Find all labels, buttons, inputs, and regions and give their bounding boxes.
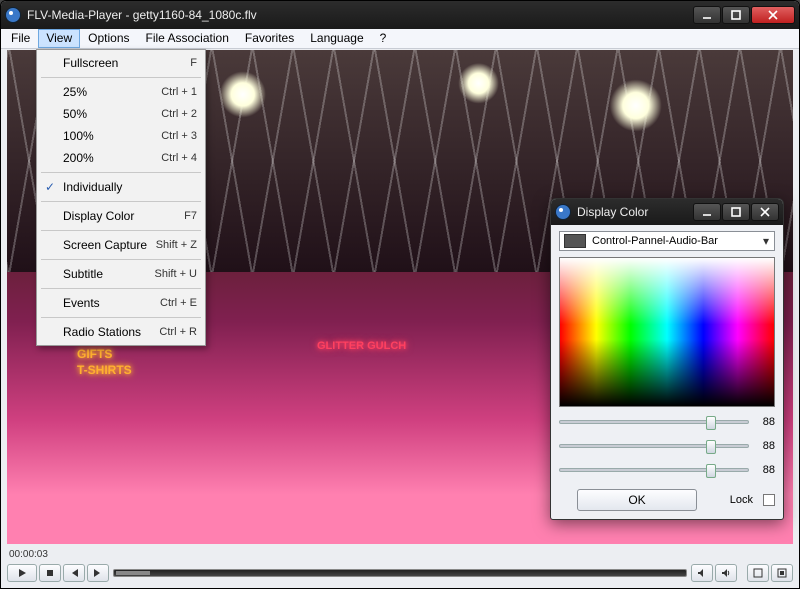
view-menu-item-50-[interactable]: 50% Ctrl + 2 (39, 103, 203, 125)
menubar: FileViewOptionsFile AssociationFavorites… (1, 29, 799, 49)
menu-item-shortcut: Ctrl + 4 (161, 152, 197, 164)
dialog-maximize-button[interactable] (722, 203, 750, 221)
view-menu-item-fullscreen[interactable]: Fullscreen F (39, 52, 203, 74)
view-menu-item-events[interactable]: Events Ctrl + E (39, 292, 203, 314)
menu-view[interactable]: View (38, 29, 80, 48)
color-slider-2: 88 (559, 461, 775, 479)
view-menu-item-radio-stations[interactable]: Radio Stations Ctrl + R (39, 321, 203, 343)
color-slider-1: 88 (559, 437, 775, 455)
view-menu-item-200-[interactable]: 200% Ctrl + 4 (39, 147, 203, 169)
menu-separator (41, 77, 201, 78)
menu-separator (41, 230, 201, 231)
menu-item-label: Individually (63, 180, 122, 194)
volume-button[interactable] (715, 564, 737, 582)
menu-language[interactable]: Language (302, 29, 371, 48)
mute-button[interactable] (691, 564, 713, 582)
window-title: FLV-Media-Player - getty1160-84_1080c.fl… (27, 8, 693, 22)
menu-item-shortcut: Ctrl + 2 (161, 108, 197, 120)
menu-item-label: 100% (63, 129, 94, 143)
minimize-button[interactable] (693, 6, 721, 24)
menu-separator (41, 259, 201, 260)
menu-item-shortcut: Shift + Z (156, 239, 197, 251)
slider-thumb[interactable] (706, 440, 716, 454)
color-slider-0: 88 (559, 413, 775, 431)
dialog-minimize-button[interactable] (693, 203, 721, 221)
next-button[interactable] (87, 564, 109, 582)
menu-item-shortcut: F7 (184, 210, 197, 222)
menu-separator (41, 172, 201, 173)
slider-track[interactable] (559, 444, 749, 448)
menu-item-shortcut: Ctrl + R (159, 326, 197, 338)
color-spectrum[interactable] (559, 257, 775, 407)
play-button[interactable] (7, 564, 37, 582)
menu-item-label: 25% (63, 85, 87, 99)
menu-item-label: Radio Stations (63, 325, 141, 339)
slider-track[interactable] (559, 468, 749, 472)
playlist-button[interactable] (747, 564, 769, 582)
view-menu-item-100-[interactable]: 100% Ctrl + 3 (39, 125, 203, 147)
slider-thumb[interactable] (706, 416, 716, 430)
combo-swatch (564, 234, 586, 248)
main-titlebar[interactable]: FLV-Media-Player - getty1160-84_1080c.fl… (1, 1, 799, 29)
menu-options[interactable]: Options (80, 29, 137, 48)
view-menu-item-screen-capture[interactable]: Screen Capture Shift + Z (39, 234, 203, 256)
menu-item-shortcut: Ctrl + 3 (161, 130, 197, 142)
dialog-titlebar[interactable]: Display Color (551, 199, 783, 225)
view-menu-item-subtitle[interactable]: Subtitle Shift + U (39, 263, 203, 285)
view-menu-item-25-[interactable]: 25% Ctrl + 1 (39, 81, 203, 103)
view-menu-item-individually[interactable]: Individually (39, 176, 203, 198)
sign-text: GIFTS (77, 346, 148, 362)
prev-button[interactable] (63, 564, 85, 582)
sign-text: T-SHIRTS (77, 362, 148, 378)
combo-text: Control-Pannel-Audio-Bar (590, 235, 758, 247)
playback-time: 00:00:03 (9, 549, 48, 560)
menu-item-shortcut: F (190, 57, 197, 69)
menu-separator (41, 288, 201, 289)
seek-bar[interactable] (113, 569, 687, 577)
ok-button[interactable]: OK (577, 489, 697, 511)
lock-checkbox[interactable] (763, 494, 775, 506)
slider-value: 88 (755, 440, 775, 452)
app-icon (555, 204, 571, 220)
main-window: FLV-Media-Player - getty1160-84_1080c.fl… (0, 0, 800, 589)
lock-label: Lock (730, 494, 753, 506)
dialog-title: Display Color (577, 205, 693, 219)
menu-item-label: Screen Capture (63, 238, 147, 252)
slider-value: 88 (755, 464, 775, 476)
menu-item-shortcut: Shift + U (155, 268, 198, 280)
close-button[interactable] (751, 6, 795, 24)
menu-item-label: Fullscreen (63, 56, 118, 70)
menu-separator (41, 317, 201, 318)
app-icon (5, 7, 21, 23)
menu-file-association[interactable]: File Association (138, 29, 237, 48)
menu-item-label: Subtitle (63, 267, 103, 281)
slider-track[interactable] (559, 420, 749, 424)
menu-file[interactable]: File (3, 29, 38, 48)
control-bar: 00:00:03 (7, 548, 793, 582)
maximize-button[interactable] (722, 6, 750, 24)
menu-item-shortcut: Ctrl + E (160, 297, 197, 309)
menu-item-label: 200% (63, 151, 94, 165)
menu-item-shortcut: Ctrl + 1 (161, 86, 197, 98)
menu-item-label: Display Color (63, 209, 134, 223)
menu--[interactable]: ? (372, 29, 395, 48)
neon-sign-glitter: GLITTER GULCH (317, 340, 406, 352)
slider-thumb[interactable] (706, 464, 716, 478)
menu-separator (41, 201, 201, 202)
stop-button[interactable] (39, 564, 61, 582)
view-menu-item-display-color[interactable]: Display Color F7 (39, 205, 203, 227)
view-menu-dropdown: Fullscreen F 25% Ctrl + 1 50% Ctrl + 2 100% Ctr… (36, 49, 206, 346)
chevron-down-icon: ▾ (758, 234, 774, 248)
slider-value: 88 (755, 416, 775, 428)
menu-item-label: Events (63, 296, 100, 310)
menu-favorites[interactable]: Favorites (237, 29, 302, 48)
display-color-dialog: Display Color Control-Pannel-Audio-Bar ▾… (550, 198, 784, 520)
color-target-combo[interactable]: Control-Pannel-Audio-Bar ▾ (559, 231, 775, 251)
dialog-close-button[interactable] (751, 203, 779, 221)
fullscreen-button[interactable] (771, 564, 793, 582)
menu-item-label: 50% (63, 107, 87, 121)
